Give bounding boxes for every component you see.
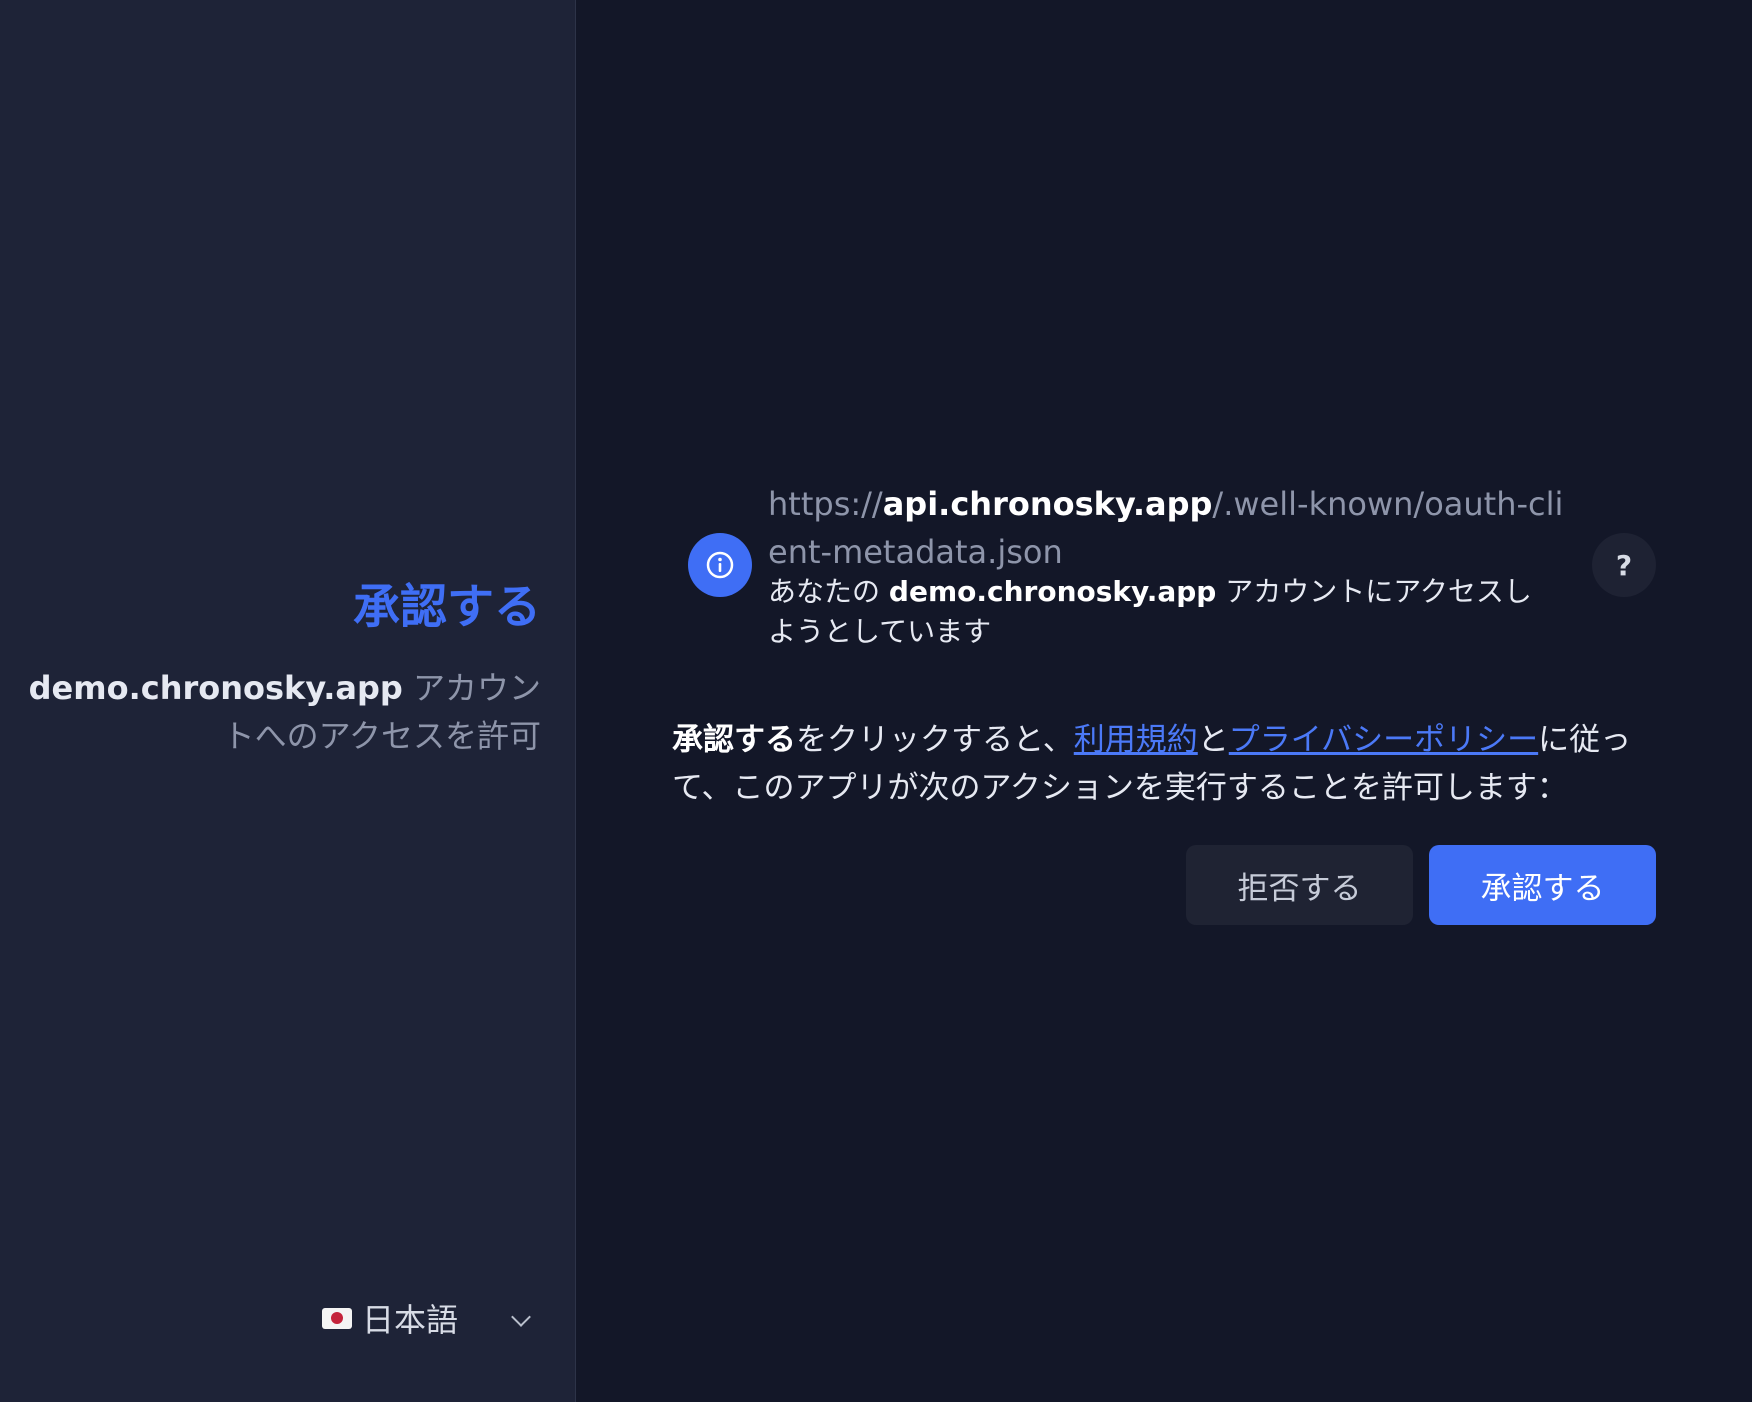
client-notice-pre: あなたの xyxy=(768,575,889,608)
help-button[interactable]: ? xyxy=(1592,533,1656,597)
consent-text-2: と xyxy=(1197,722,1229,758)
consent-text-1: をクリックすると、 xyxy=(796,722,1074,758)
client-url-prefix: https:// xyxy=(768,485,883,523)
consent-bold-approve: 承認する xyxy=(672,722,796,758)
client-access-notice: あなたの demo.chronosky.app アカウントにアクセスしようとして… xyxy=(768,572,1558,652)
deny-button[interactable]: 拒否する xyxy=(1186,845,1413,925)
client-notice-host: demo.chronosky.app xyxy=(888,575,1217,608)
sidebar-description: demo.chronosky.app アカウントへのアクセスを許可 xyxy=(21,664,541,760)
terms-of-service-link[interactable]: 利用規約 xyxy=(1074,722,1198,758)
privacy-policy-link[interactable]: プライバシーポリシー xyxy=(1229,722,1538,758)
sidebar-host: demo.chronosky.app xyxy=(28,669,403,707)
japan-flag-icon xyxy=(322,1307,352,1329)
consent-text: 承認するをクリックすると、利用規約とプライバシーポリシーに従って、このアプリが次… xyxy=(672,716,1657,812)
approve-button[interactable]: 承認する xyxy=(1429,845,1656,925)
language-label: 日本語 xyxy=(362,1301,459,1339)
chevron-down-icon xyxy=(511,1307,531,1327)
info-icon xyxy=(688,533,752,597)
client-metadata-url: https://api.chronosky.app/.well-known/oa… xyxy=(768,480,1568,576)
language-select[interactable]: 日本語 xyxy=(322,1290,532,1346)
sidebar: 承認する demo.chronosky.app アカウントへのアクセスを許可 日… xyxy=(0,0,576,1402)
client-url-domain: api.chronosky.app xyxy=(882,485,1213,523)
sidebar-title: 承認する xyxy=(353,580,541,635)
